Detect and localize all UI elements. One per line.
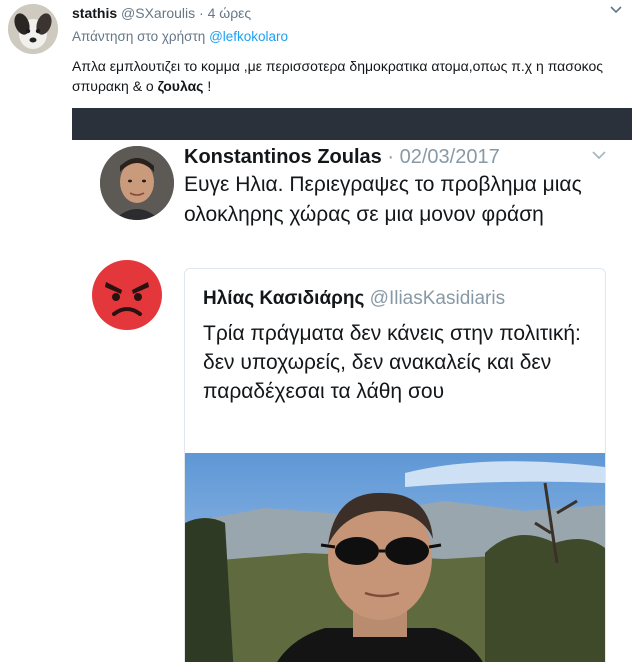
author-avatar[interactable] — [8, 4, 58, 54]
tweet-time[interactable]: 4 ώρες — [208, 5, 252, 21]
tweet-text: Απλα εμπλουτιζει το κομμα ,με περισσοτερ… — [72, 56, 612, 96]
tweet-text-main: Απλα εμπλουτιζει το κομμα ,με περισσοτερ… — [72, 58, 604, 94]
screenshot-date: 02/03/2017 — [399, 146, 500, 168]
reply-context: Απάντηση στο χρήστη @lefkokolaro — [72, 28, 288, 46]
separator-dot: · — [199, 5, 204, 21]
screenshot-tweet-text: Ευγε Ηλια. Περιεγραψες το προβλημα μιας … — [184, 173, 582, 226]
quoted-author-handle: @IliasKasidiaris — [369, 288, 506, 309]
reply-prefix: Απάντηση στο χρήστη — [72, 29, 206, 44]
tweet-text-end: ! — [203, 78, 212, 94]
reply-to-link[interactable]: @lefkokolaro — [209, 29, 288, 44]
quoted-tweet: Ηλίας Κασιδιάρης @IliasKasidiaris Τρία π… — [184, 268, 606, 662]
tweet-text-bold: ζουλας — [157, 78, 204, 94]
screenshot-chevron-down-icon — [590, 146, 608, 169]
attached-screenshot[interactable]: Konstantinos Zoulas · 02/03/2017 Ευγε Ηλ… — [72, 108, 632, 662]
screenshot-separator: · — [387, 146, 395, 168]
quoted-tweet-header: Ηλίας Κασιδιάρης @IliasKasidiaris — [203, 287, 505, 311]
tweet-header: stathis @SXaroulis · 4 ώρες — [72, 4, 251, 22]
author-handle[interactable]: @SXaroulis — [121, 5, 195, 21]
zoulas-avatar — [100, 146, 174, 220]
quoted-tweet-text: Τρία πράγματα δεν κάνεις στην πολιτική: … — [203, 322, 581, 403]
chevron-down-icon[interactable] — [608, 2, 624, 23]
quoted-tweet-photo — [185, 453, 605, 662]
screenshot-author-name: Konstantinos Zoulas — [184, 146, 382, 168]
screenshot-tweet-header: Konstantinos Zoulas · 02/03/2017 — [184, 144, 500, 170]
angry-face-emoji — [92, 260, 162, 330]
quoted-author-name: Ηλίας Κασιδιάρης — [203, 288, 365, 309]
author-name[interactable]: stathis — [72, 5, 117, 21]
screenshot-topbar — [72, 108, 632, 140]
